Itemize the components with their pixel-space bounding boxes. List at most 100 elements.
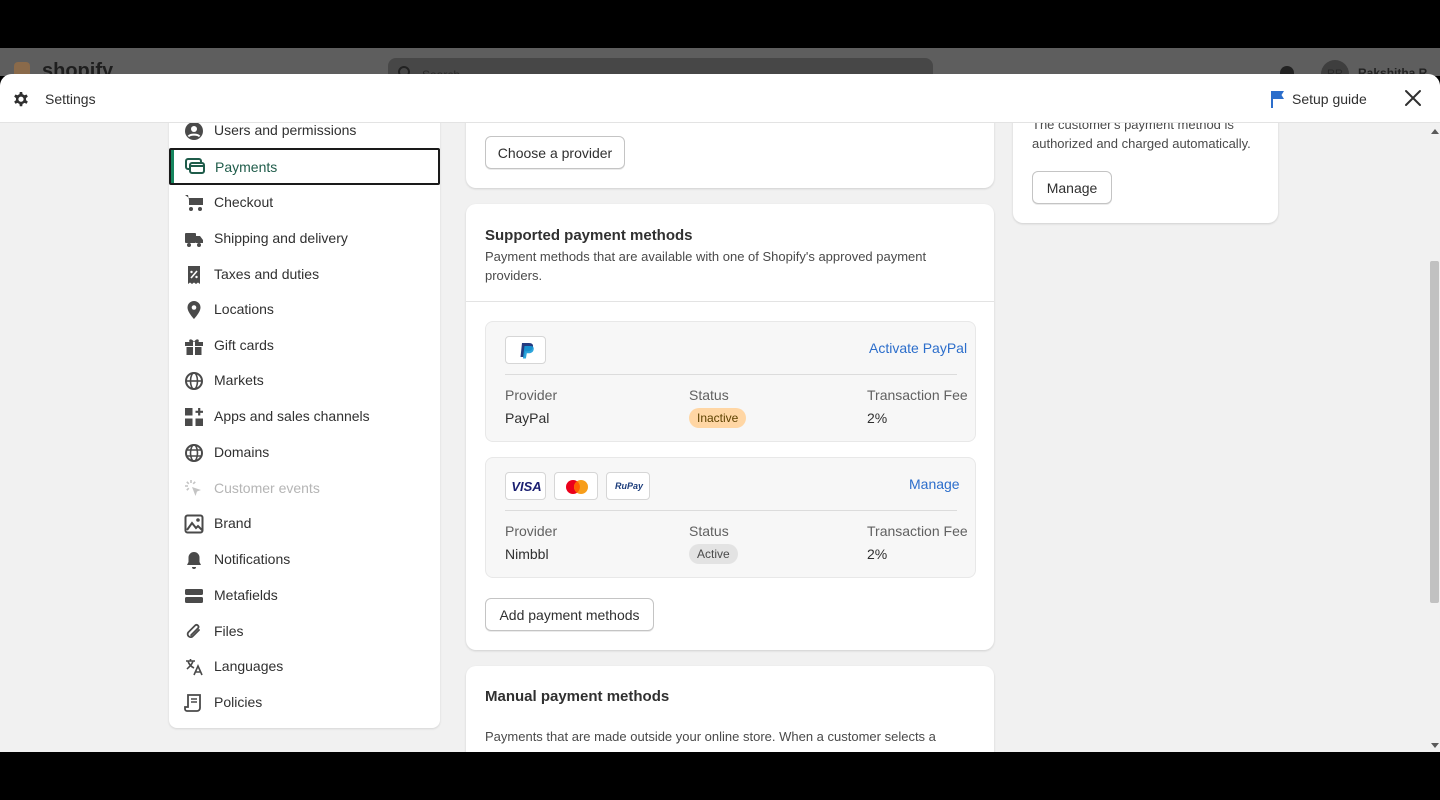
policy-icon bbox=[184, 694, 201, 712]
supported-methods-description: Payment methods that are available with … bbox=[485, 249, 927, 283]
visa-text: VISA bbox=[511, 479, 542, 494]
gift-icon bbox=[185, 339, 203, 355]
sidebar-item-payments[interactable]: Payments bbox=[169, 148, 440, 185]
background-topbar: shopify Search RR Rakshitha R bbox=[0, 48, 1440, 76]
globe-icon bbox=[185, 372, 203, 390]
paypal-logo bbox=[505, 336, 546, 364]
mastercard-icon bbox=[566, 480, 588, 494]
status-column-header: Status bbox=[689, 523, 729, 539]
sidebar-item-label: Markets bbox=[214, 372, 264, 388]
sidebar-item-label: Checkout bbox=[214, 194, 274, 210]
sidebar-item-label: Domains bbox=[214, 444, 270, 460]
supported-payment-methods-card: Supported payment methods Payment method… bbox=[466, 204, 994, 650]
manual-methods-title: Manual payment methods bbox=[485, 688, 670, 705]
sidebar-item-notifications[interactable]: Notifications bbox=[170, 542, 439, 576]
paypal-provider-card: Activate PayPal Provider Status Transact… bbox=[485, 321, 976, 442]
sidebar-item-policies[interactable]: Policies bbox=[170, 685, 439, 719]
transaction-fee: 2% bbox=[867, 546, 888, 562]
sidebar-item-label: Locations bbox=[214, 301, 274, 317]
scroll-up-arrow-icon[interactable] bbox=[1431, 129, 1439, 134]
metafields-icon bbox=[185, 589, 203, 603]
visa-logo: VISA bbox=[505, 472, 546, 500]
cursor-click-icon bbox=[185, 480, 201, 496]
mastercard-logo bbox=[554, 472, 598, 500]
user-circle-icon bbox=[185, 123, 203, 140]
page-title: Settings bbox=[45, 91, 96, 107]
row-divider bbox=[505, 374, 957, 375]
provider-column-header: Provider bbox=[505, 523, 558, 539]
gear-icon bbox=[14, 92, 28, 107]
activate-paypal-link[interactable]: Activate PayPal bbox=[869, 340, 967, 356]
sidebar-item-gift-cards[interactable]: Gift cards bbox=[170, 328, 439, 362]
row-divider bbox=[505, 510, 957, 511]
sidebar-item-markets[interactable]: Markets bbox=[170, 363, 439, 397]
payments-icon bbox=[185, 158, 205, 174]
sidebar-item-label: Customer events bbox=[214, 480, 320, 496]
payment-provider-card: Choose a provider bbox=[466, 123, 994, 188]
settings-sidebar: Users and permissions Payments Checkout … bbox=[169, 123, 440, 728]
sidebar-item-label: Brand bbox=[214, 515, 252, 531]
sidebar-item-apps[interactable]: Apps and sales channels bbox=[170, 399, 439, 433]
apps-icon bbox=[185, 408, 203, 426]
manage-capture-button[interactable]: Manage bbox=[1032, 171, 1112, 204]
location-pin-icon bbox=[187, 301, 201, 319]
translate-icon bbox=[186, 659, 203, 676]
settings-modal: Settings Setup guide Users and permissio… bbox=[0, 74, 1440, 752]
status-badge: Inactive bbox=[689, 408, 747, 428]
sidebar-item-locations[interactable]: Locations bbox=[170, 292, 439, 326]
sidebar-item-label: Policies bbox=[214, 694, 263, 710]
sidebar-item-domains[interactable]: Domains bbox=[170, 435, 439, 469]
sidebar-item-label: Payments bbox=[215, 159, 278, 175]
sidebar-item-label: Metafields bbox=[214, 587, 278, 603]
cart-icon bbox=[185, 195, 203, 211]
scrollbar-thumb[interactable] bbox=[1430, 261, 1439, 603]
sidebar-item-label: Taxes and duties bbox=[214, 266, 320, 282]
provider-name: Nimbbl bbox=[505, 546, 549, 562]
manual-methods-description: Payments that are made outside your onli… bbox=[485, 729, 936, 744]
sidebar-item-label: Files bbox=[214, 623, 244, 639]
add-payment-methods-button[interactable]: Add payment methods bbox=[485, 598, 654, 631]
setup-guide-button[interactable]: Setup guide bbox=[1292, 91, 1367, 107]
choose-provider-button[interactable]: Choose a provider bbox=[485, 136, 625, 169]
flag-icon[interactable] bbox=[1270, 90, 1286, 108]
section-divider bbox=[466, 301, 994, 302]
capture-description-line1: The customer's payment method is bbox=[1032, 123, 1234, 132]
sidebar-item-label: Users and permissions bbox=[214, 123, 357, 138]
domain-globe-icon bbox=[185, 444, 203, 462]
brand-icon bbox=[184, 514, 204, 534]
sidebar-item-checkout[interactable]: Checkout bbox=[170, 185, 439, 219]
status-column-header: Status bbox=[689, 387, 729, 403]
fee-column-header: Transaction Fee bbox=[867, 387, 968, 403]
rupay-logo: RuPay bbox=[606, 472, 650, 500]
settings-content: Users and permissions Payments Checkout … bbox=[0, 123, 1440, 752]
sidebar-item-label: Shipping and delivery bbox=[214, 230, 348, 246]
sidebar-item-languages[interactable]: Languages bbox=[170, 649, 439, 683]
nimbbl-provider-card: VISA RuPay Manage Provider Status Transa… bbox=[485, 457, 976, 578]
receipt-icon bbox=[188, 266, 200, 284]
truck-icon bbox=[185, 233, 203, 247]
rupay-text: RuPay bbox=[614, 481, 643, 491]
sidebar-item-label: Languages bbox=[214, 658, 284, 674]
sidebar-item-metafields[interactable]: Metafields bbox=[170, 578, 439, 612]
bell-icon bbox=[187, 552, 201, 569]
sidebar-item-shipping[interactable]: Shipping and delivery bbox=[170, 221, 439, 255]
provider-name: PayPal bbox=[505, 410, 550, 426]
fee-column-header: Transaction Fee bbox=[867, 523, 968, 539]
capture-description-line2: authorized and charged automatically. bbox=[1032, 136, 1251, 151]
manage-nimbbl-link[interactable]: Manage bbox=[909, 476, 960, 492]
sidebar-item-customer-events[interactable]: Customer events bbox=[170, 471, 439, 505]
close-icon[interactable] bbox=[1403, 88, 1423, 108]
manual-payment-methods-card: Manual payment methods Payments that are… bbox=[466, 666, 994, 752]
scroll-down-arrow-icon[interactable] bbox=[1431, 743, 1439, 748]
sidebar-item-files[interactable]: Files bbox=[170, 614, 439, 648]
sidebar-item-taxes[interactable]: Taxes and duties bbox=[170, 257, 439, 291]
paperclip-icon bbox=[186, 624, 200, 638]
payment-capture-card: The customer's payment method is authori… bbox=[1013, 123, 1278, 223]
provider-column-header: Provider bbox=[505, 387, 558, 403]
sidebar-item-users-and-permissions[interactable]: Users and permissions bbox=[170, 123, 439, 147]
sidebar-item-label: Gift cards bbox=[214, 337, 274, 353]
modal-header: Settings Setup guide bbox=[0, 74, 1440, 123]
supported-methods-title: Supported payment methods bbox=[485, 227, 693, 244]
sidebar-item-brand[interactable]: Brand bbox=[170, 506, 439, 540]
status-badge: Active bbox=[689, 544, 738, 564]
